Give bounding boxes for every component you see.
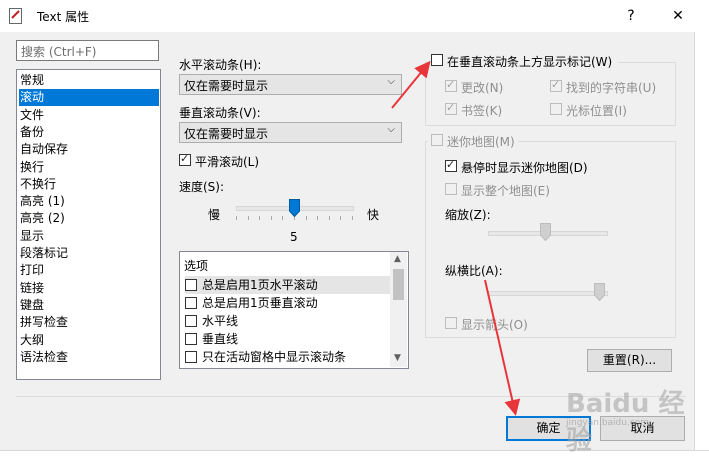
annotation-arrows	[391, 60, 521, 416]
annotation-arrow-markers	[391, 60, 431, 109]
annotation-arrow-ok	[484, 279, 521, 416]
